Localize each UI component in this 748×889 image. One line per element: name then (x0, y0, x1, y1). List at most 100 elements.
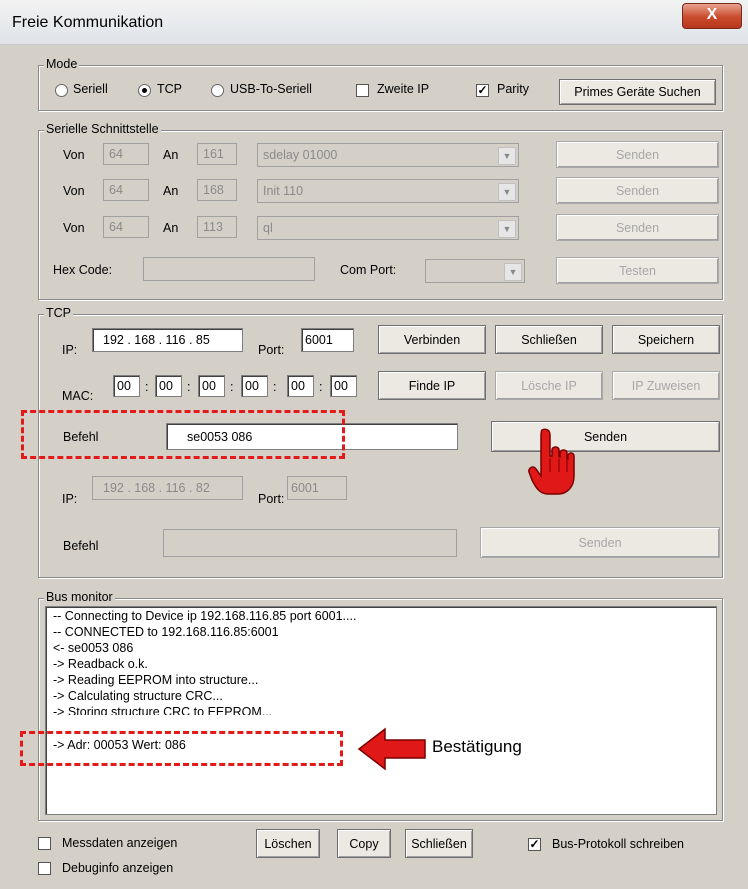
serial-row2-an-field[interactable]: 168 (197, 179, 237, 201)
bus-protokoll-checkbox[interactable]: ✓ (528, 838, 541, 851)
serial-row1-command-combo[interactable]: sdelay 01000 ▼ (257, 143, 519, 167)
primes-geraete-suchen-button[interactable]: Primes Geräte Suchen (559, 79, 716, 105)
log-line: <- se0053 086 (53, 641, 134, 655)
tcp-group-label: TCP (44, 306, 73, 320)
log-line: -> Readback o.k. (53, 657, 148, 671)
radio-seriell[interactable] (55, 84, 68, 97)
tcp-mac-label: MAC: (62, 389, 94, 403)
hex-code-field[interactable] (143, 257, 315, 281)
test-button[interactable]: Testen (556, 257, 719, 284)
connect-button[interactable]: Verbinden (378, 325, 486, 354)
close-log-button[interactable]: Schließen (405, 829, 473, 858)
tcp-send-button[interactable]: Senden (491, 421, 720, 452)
window-title: Freie Kommunikation (12, 14, 164, 31)
tcp-befehl2-field[interactable] (163, 529, 457, 557)
serial-group-label: Serielle Schnittstelle (44, 122, 161, 136)
serial-row1-von-field[interactable]: 64 (103, 143, 149, 165)
serial-row2-von-field[interactable]: 64 (103, 179, 149, 201)
tcp-ip-label: IP: (62, 343, 78, 357)
radio-usb-to-seriell[interactable] (211, 84, 224, 97)
close-window-button[interactable]: X (682, 3, 742, 29)
parity-label: Parity (497, 82, 529, 96)
bus-protokoll-label: Bus-Protokoll schreiben (552, 837, 685, 851)
serial-row1-send-button[interactable]: Senden (556, 141, 719, 168)
messdaten-label: Messdaten anzeigen (62, 836, 178, 850)
radio-usb-label: USB-To-Seriell (230, 82, 312, 96)
log-line: -> Reading EEPROM into structure... (53, 673, 259, 687)
messdaten-checkbox[interactable] (38, 837, 51, 850)
mode-group-label: Mode (44, 57, 80, 71)
tcp-port-label: Port: (258, 343, 285, 357)
title-bar[interactable]: Freie Kommunikation X (0, 0, 748, 45)
save-button[interactable]: Speichern (612, 325, 720, 354)
serial-row3-command-value: ql (263, 221, 273, 235)
debuginfo-checkbox[interactable] (38, 862, 51, 875)
log-line: -- Connecting to Device ip 192.168.116.8… (53, 609, 357, 623)
mac-separator: : (145, 380, 149, 394)
tcp-port-field[interactable]: 6001 (301, 328, 354, 352)
serial-row3-von-label: Von (63, 221, 85, 235)
com-port-combo[interactable]: ▼ (425, 259, 525, 283)
zweite-ip-checkbox[interactable] (356, 84, 369, 97)
serial-row1-an-field[interactable]: 161 (197, 143, 237, 165)
chevron-down-icon[interactable]: ▼ (504, 263, 522, 281)
hand-pointer-icon (528, 428, 576, 496)
tcp-befehl2-label: Befehl (63, 539, 99, 553)
chevron-down-icon[interactable]: ▼ (498, 147, 516, 165)
serial-row3-send-button[interactable]: Senden (556, 214, 719, 241)
serial-row2-command-combo[interactable]: Init 110 ▼ (257, 179, 519, 203)
mac-field-1[interactable]: 00 (113, 375, 140, 397)
close-connection-button[interactable]: Schließen (495, 325, 603, 354)
log-line: -> Storing structure CRC to EEPROM... (53, 705, 273, 715)
assign-ip-button[interactable]: IP Zuweisen (612, 371, 720, 400)
serial-row2-von-label: Von (63, 184, 85, 198)
serial-row3-von-field[interactable]: 64 (103, 216, 149, 238)
radio-tcp-label: TCP (157, 82, 182, 96)
radio-seriell-label: Seriell (73, 82, 108, 96)
mac-field-4[interactable]: 00 (241, 375, 268, 397)
serial-row1-an-label: An (163, 148, 179, 162)
mac-separator: : (319, 380, 323, 394)
tcp-ip2-field[interactable]: 192 . 168 . 116 . 82 (92, 476, 243, 500)
bus-monitor-log[interactable]: -- Connecting to Device ip 192.168.116.8… (45, 606, 717, 815)
mac-field-2[interactable]: 00 (155, 375, 182, 397)
hex-code-label: Hex Code: (53, 263, 113, 277)
tcp-send2-button[interactable]: Senden (480, 527, 720, 558)
chevron-down-icon[interactable]: ▼ (498, 183, 516, 201)
mac-field-6[interactable]: 00 (330, 375, 357, 397)
mac-separator: : (187, 380, 191, 394)
mac-field-5[interactable]: 00 (287, 375, 314, 397)
tcp-ip2-label: IP: (62, 492, 78, 506)
serial-row3-an-field[interactable]: 113 (197, 216, 237, 238)
left-arrow-icon (357, 727, 427, 771)
log-line: -> Calculating structure CRC... (53, 689, 223, 703)
serial-row1-von-label: Von (63, 148, 85, 162)
confirmation-highlight-box (20, 731, 343, 766)
mac-field-3[interactable]: 00 (198, 375, 225, 397)
com-port-label: Com Port: (340, 263, 397, 277)
clear-log-button[interactable]: Löschen (256, 829, 320, 858)
chevron-down-icon[interactable]: ▼ (498, 220, 516, 238)
confirmation-annotation: Bestätigung (432, 737, 522, 756)
mac-separator: : (273, 380, 277, 394)
bus-monitor-label: Bus monitor (44, 590, 115, 604)
serial-row1-command-value: sdelay 01000 (263, 148, 338, 162)
mac-separator: : (230, 380, 234, 394)
serial-row2-send-button[interactable]: Senden (556, 177, 719, 204)
serial-row2-command-value: Init 110 (263, 184, 304, 198)
zweite-ip-label: Zweite IP (377, 82, 430, 96)
befehl-highlight-box (21, 410, 345, 459)
copy-button[interactable]: Copy (337, 829, 391, 858)
serial-row3-an-label: An (163, 221, 179, 235)
tcp-port2-label: Port: (258, 492, 285, 506)
serial-row3-command-combo[interactable]: ql ▼ (257, 216, 519, 240)
find-ip-button[interactable]: Finde IP (378, 371, 486, 400)
serial-row2-an-label: An (163, 184, 179, 198)
debuginfo-label: Debuginfo anzeigen (62, 861, 174, 875)
radio-tcp[interactable] (138, 84, 151, 97)
tcp-port2-field[interactable]: 6001 (287, 476, 347, 500)
delete-ip-button[interactable]: Lösche IP (495, 371, 603, 400)
log-line: -- CONNECTED to 192.168.116.85:6001 (53, 625, 279, 639)
parity-checkbox[interactable]: ✓ (476, 84, 489, 97)
tcp-ip-field[interactable]: 192 . 168 . 116 . 85 (92, 328, 243, 352)
